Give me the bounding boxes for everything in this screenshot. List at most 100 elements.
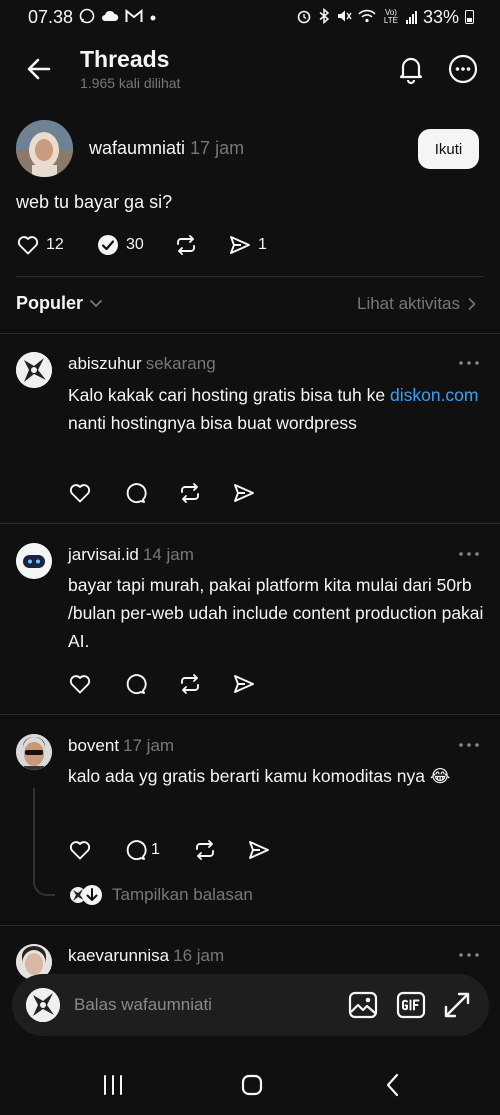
reply-text: bayar tapi murah, pakai platform kita mu… — [68, 575, 484, 651]
system-nav-bar — [0, 1052, 500, 1115]
repost-button[interactable] — [192, 837, 218, 863]
reply-time: 14 jam — [142, 545, 194, 564]
heart-icon — [69, 484, 91, 503]
comment-icon — [126, 674, 147, 695]
battery-icon — [465, 10, 474, 24]
view-count: 1.965 kali dilihat — [80, 75, 181, 91]
send-icon — [249, 841, 269, 859]
more-options-icon[interactable] — [456, 356, 482, 370]
back-icon[interactable] — [378, 1070, 408, 1100]
reply-count-button[interactable]: 30 — [96, 232, 144, 258]
comment-button[interactable] — [123, 671, 147, 697]
comment-button[interactable]: 1 — [123, 837, 160, 863]
share-count: 1 — [258, 236, 267, 253]
bell-icon[interactable] — [394, 52, 428, 86]
username[interactable]: jarvisai.id — [68, 545, 139, 564]
reply-author[interactable]: abiszuhur sekarang — [68, 354, 216, 374]
avatar[interactable] — [16, 543, 52, 579]
recent-apps-icon[interactable] — [98, 1070, 128, 1100]
reply-time: 16 jam — [173, 946, 225, 965]
gmail-icon — [125, 8, 143, 26]
username[interactable]: kaevarunnisa — [68, 946, 169, 965]
thread-connector — [33, 874, 55, 896]
wifi-icon — [358, 9, 376, 26]
repost-button[interactable] — [177, 671, 203, 697]
username[interactable]: abiszuhur — [68, 354, 142, 373]
heart-icon — [69, 841, 91, 860]
gif-icon[interactable] — [396, 990, 426, 1020]
chevron-down-icon — [90, 299, 102, 307]
reply-text: Kalo kakak cari hosting gratis bisa tuh … — [68, 385, 479, 433]
page-title: Threads — [80, 46, 170, 72]
thread-line — [33, 788, 35, 874]
avatar[interactable] — [16, 352, 52, 388]
comment-count: 1 — [151, 841, 160, 858]
view-activity-link[interactable]: Lihat aktivitas — [357, 294, 476, 314]
send-icon — [234, 675, 254, 693]
reply-author[interactable]: jarvisai.id 14 jam — [68, 545, 194, 565]
alarm-icon — [296, 8, 312, 27]
repost-icon — [181, 674, 199, 694]
avatar[interactable] — [16, 120, 73, 177]
reply-actions — [68, 480, 328, 506]
sort-label: Populer — [16, 293, 84, 313]
username[interactable]: wafaumniati — [89, 138, 185, 158]
share-button[interactable] — [232, 671, 256, 697]
share-button[interactable]: 1 — [228, 232, 267, 258]
repost-icon — [181, 483, 199, 503]
avatar[interactable] — [16, 734, 52, 770]
show-replies-button[interactable]: Tampilkan balasan — [68, 884, 253, 906]
reply-check-icon — [98, 235, 118, 255]
comment-icon — [126, 840, 147, 861]
comment-button[interactable] — [123, 480, 147, 506]
back-arrow-icon[interactable] — [22, 52, 56, 86]
battery-percent: 33% — [422, 6, 459, 27]
divider — [16, 276, 484, 277]
like-button[interactable] — [68, 480, 92, 506]
network-label: Vo) LTE — [383, 8, 398, 25]
more-options-icon[interactable] — [456, 547, 482, 561]
repost-button[interactable] — [177, 480, 203, 506]
reply-composer[interactable]: Balas wafaumniati — [12, 974, 489, 1036]
home-icon[interactable] — [237, 1070, 267, 1100]
repost-icon — [196, 840, 214, 860]
more-options-icon[interactable] — [456, 738, 482, 752]
sort-bar: Populer Lihat aktivitas — [0, 290, 500, 320]
image-icon[interactable] — [348, 990, 378, 1020]
header: Threads 1.965 kali dilihat — [0, 38, 500, 100]
send-icon — [234, 484, 254, 502]
reply-time: sekarang — [145, 354, 216, 373]
divider — [0, 714, 500, 715]
comment-icon — [126, 483, 147, 504]
reply-time: 17 jam — [123, 736, 175, 755]
chevron-right-icon — [468, 298, 476, 310]
like-button[interactable]: 12 — [16, 232, 64, 258]
like-count: 12 — [46, 236, 64, 253]
divider — [0, 523, 500, 524]
follow-button[interactable]: Ikuti — [418, 129, 479, 169]
reply-count: 30 — [126, 236, 144, 253]
send-icon — [230, 236, 250, 254]
more-options-icon[interactable] — [446, 52, 480, 86]
share-button[interactable] — [247, 837, 271, 863]
notification-dot-icon — [149, 10, 157, 25]
like-button[interactable] — [68, 837, 92, 863]
repost-icon — [177, 235, 195, 255]
share-button[interactable] — [232, 480, 256, 506]
reply-author[interactable]: kaevarunnisa 16 jam — [68, 946, 224, 966]
repost-button[interactable] — [173, 232, 199, 258]
more-options-icon[interactable] — [456, 948, 482, 962]
reply-actions: 1 — [68, 837, 328, 863]
link[interactable]: diskon.com — [390, 385, 479, 405]
post-author[interactable]: wafaumniati 17 jam — [89, 138, 244, 159]
post-time: 17 jam — [190, 138, 245, 158]
sort-dropdown[interactable]: Populer — [16, 293, 103, 314]
expand-icon[interactable] — [442, 990, 472, 1020]
username[interactable]: bovent — [68, 736, 119, 755]
reply-author[interactable]: bovent 17 jam — [68, 736, 174, 756]
whatsapp-icon — [79, 8, 95, 27]
like-button[interactable] — [68, 671, 92, 697]
heart-icon — [69, 675, 91, 694]
reply-text: kalo ada yg gratis berarti kamu komodita… — [68, 766, 451, 786]
reply-input[interactable]: Balas wafaumniati — [74, 995, 212, 1015]
